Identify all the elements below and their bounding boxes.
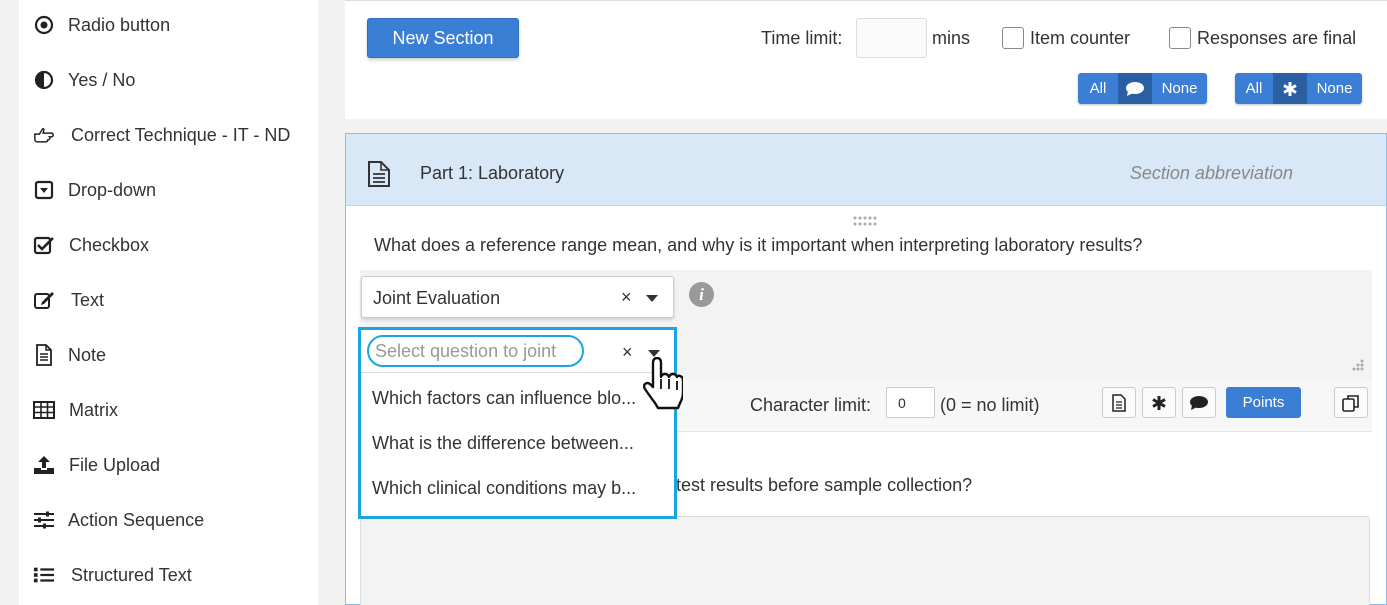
sidebar-item-label: Radio button <box>68 14 171 35</box>
time-limit-input[interactable] <box>856 18 927 58</box>
check-square-icon <box>33 234 55 256</box>
responses-final-label: Responses are final <box>1197 28 1357 48</box>
comment-bubble-icon <box>1190 395 1208 410</box>
answer-textarea[interactable] <box>360 516 1370 605</box>
asterisk-icon <box>1273 73 1307 104</box>
upload-icon <box>33 454 55 476</box>
sidebar-item-action-sequence[interactable]: Action Sequence <box>19 500 318 540</box>
joint-question-dropdown[interactable]: Select question to joint × Which factors… <box>358 327 677 519</box>
sidebar-item-label: Text <box>71 289 105 310</box>
character-limit-input[interactable]: 0 <box>886 387 935 418</box>
sidebar-item-drop-down[interactable]: Drop-down <box>19 170 318 210</box>
sidebar-item-checkbox[interactable]: Checkbox <box>19 225 318 265</box>
sidebar-item-label: Action Sequence <box>68 509 205 530</box>
sidebar-item-matrix[interactable]: Matrix <box>19 390 318 430</box>
required-all-button[interactable]: All <box>1235 73 1273 104</box>
dropdown-option[interactable]: What is the difference between... <box>372 433 662 454</box>
half-circle-icon <box>33 69 55 91</box>
sidebar-item-label: Structured Text <box>71 564 192 585</box>
new-section-button[interactable]: New Section <box>367 18 519 58</box>
item-counter-label: Item counter <box>1030 28 1131 48</box>
document-icon <box>33 344 55 366</box>
chevron-down-icon[interactable] <box>646 295 658 302</box>
section-document-icon <box>366 160 392 193</box>
sidebar-item-note[interactable]: Note <box>19 335 318 375</box>
comment-all-button[interactable]: All <box>1078 73 1118 104</box>
survey-settings-bar: New Section Time limit: mins Item counte… <box>345 0 1387 119</box>
sliders-icon <box>33 509 55 531</box>
sidebar-item-label: File Upload <box>69 454 161 475</box>
sidebar-item-structured-text[interactable]: Structured Text <box>19 555 318 595</box>
item-counter-checkbox[interactable] <box>1002 27 1024 49</box>
time-limit-label: Time limit: <box>761 28 843 48</box>
question-text[interactable]: test results before sample collection? <box>676 475 972 496</box>
time-unit-label: mins <box>932 28 971 48</box>
resize-handle-icon[interactable] <box>1351 356 1365 377</box>
sidebar-item-label: Note <box>68 344 107 365</box>
evaluation-type-select[interactable]: Joint Evaluation × <box>361 276 674 318</box>
evaluation-select-value: Joint Evaluation <box>373 288 501 308</box>
note-button[interactable] <box>1102 387 1136 418</box>
clear-icon[interactable]: × <box>621 287 632 308</box>
required-toggle-group: All None <box>1235 73 1362 104</box>
character-limit-label: Character limit: <box>750 395 872 415</box>
responses-final-checkbox[interactable] <box>1169 27 1191 49</box>
comment-button[interactable] <box>1182 387 1216 418</box>
comment-toggle-group: All None <box>1078 73 1207 104</box>
asterisk-icon <box>1152 395 1166 410</box>
dropdown-divider <box>361 372 674 373</box>
sidebar-item-label: Checkbox <box>69 234 150 255</box>
sidebar-item-label: Correct Technique - IT - ND <box>71 124 291 145</box>
clear-icon[interactable]: × <box>622 342 633 363</box>
sidebar-item-label: Matrix <box>69 399 118 420</box>
comment-bubble-icon <box>1118 73 1152 104</box>
section-title[interactable]: Part 1: Laboratory <box>420 163 564 184</box>
sidebar-item-yes-no[interactable]: Yes / No <box>19 60 318 100</box>
points-button[interactable]: Points <box>1226 387 1301 418</box>
edit-icon <box>33 289 55 311</box>
comment-none-button[interactable]: None <box>1152 73 1207 104</box>
sidebar-item-label: Yes / No <box>68 69 136 90</box>
hand-pointer-icon <box>33 124 55 146</box>
required-button[interactable] <box>1142 387 1176 418</box>
chevron-down-icon[interactable] <box>648 350 660 357</box>
list-icon <box>33 564 55 586</box>
document-icon <box>1112 393 1126 412</box>
sidebar-item-text[interactable]: Text <box>19 280 318 320</box>
hand-cursor-icon <box>642 356 685 418</box>
question-text[interactable]: What does a reference range mean, and wh… <box>374 235 1142 256</box>
copy-icon <box>1342 394 1359 412</box>
duplicate-button[interactable] <box>1334 387 1368 418</box>
dropdown-square-icon <box>33 179 55 201</box>
section-header: Part 1: Laboratory Section abbreviation <box>346 134 1386 206</box>
dropdown-option[interactable]: Which clinical conditions may b... <box>372 478 662 499</box>
sidebar-item-file-upload[interactable]: File Upload <box>19 445 318 485</box>
dropdown-option[interactable]: Which factors can influence blo... <box>372 388 662 409</box>
drag-handle-icon[interactable] <box>852 211 880 232</box>
table-icon <box>33 399 55 421</box>
character-limit-hint: (0 = no limit) <box>940 395 1040 415</box>
section-abbreviation-input[interactable]: Section abbreviation <box>1130 163 1293 184</box>
radio-dot-icon <box>33 14 55 36</box>
info-icon[interactable]: i <box>689 282 714 307</box>
joint-question-search-input[interactable]: Select question to joint <box>367 335 584 367</box>
sidebar-item-label: Drop-down <box>68 179 157 200</box>
question-type-sidebar: Radio button Yes / No Correct Technique … <box>19 0 318 605</box>
sidebar-item-correct-technique[interactable]: Correct Technique - IT - ND <box>19 115 318 155</box>
required-none-button[interactable]: None <box>1307 73 1362 104</box>
sidebar-item-radio-button[interactable]: Radio button <box>19 5 318 45</box>
